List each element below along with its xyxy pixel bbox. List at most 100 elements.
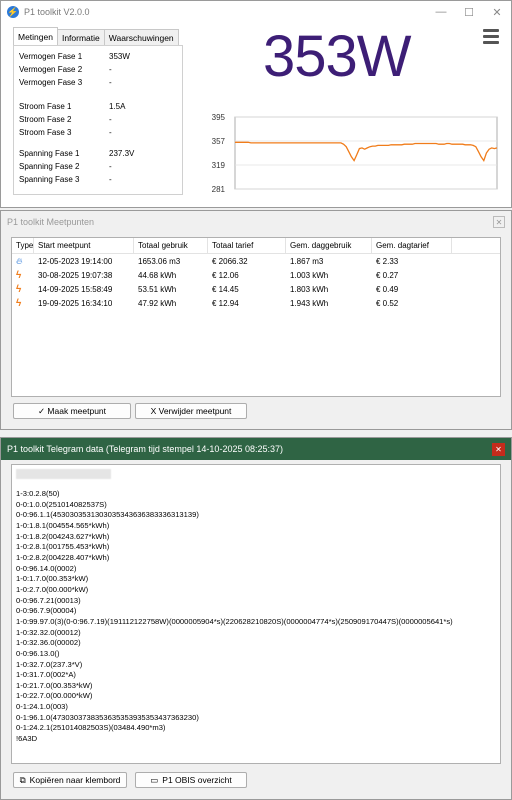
row-start: 30-08-2025 19:07:38 [38, 270, 113, 280]
plot-area [234, 116, 498, 190]
y-tick-label: 395 [212, 113, 226, 122]
table-row[interactable]: ϟ 30-08-2025 19:07:38 44.68 kWh € 12.06 … [12, 268, 500, 282]
reading-value: - [109, 128, 112, 137]
minimize-icon[interactable]: — [427, 1, 455, 23]
row-tariff: € 12.06 [212, 270, 239, 280]
table-row[interactable]: ϟ 14-09-2025 15:58:49 53.51 kWh € 14.45 … [12, 282, 500, 296]
telegram-window: P1 toolkit Telegram data (Telegram tijd … [0, 437, 512, 800]
telegram-line: 1-0:22.7.0(00.000*kW) [16, 691, 93, 701]
telegram-line: 1-0:31.7.0(002*A) [16, 670, 76, 680]
column-header[interactable]: Totaal tarief [208, 238, 286, 253]
telegram-line: 1-0:21.7.0(00.353*kW) [16, 680, 93, 690]
telegram-line: 1-0:99.97.0(3)(0-0:96.7.19)(191112122758… [16, 616, 453, 626]
telegram-line: !6A3D [16, 734, 38, 744]
measure-list[interactable]: Type Start meetpunt Totaal gebruik Totaa… [11, 237, 501, 397]
telegram-line: 1-0:2.8.2(004228.407*kWh) [16, 552, 110, 562]
copy-icon: ⧉ [19, 774, 26, 785]
remove-measurepoint-button[interactable]: X Verwijder meetpunt [135, 403, 247, 419]
measure-titlebar[interactable]: P1 toolkit Meetpunten ✕ [1, 211, 511, 233]
row-start: 12-05-2023 19:14:00 [38, 256, 113, 266]
copy-button-label: Kopiëren naar klembord [29, 775, 121, 785]
telegram-line: 0-0:96.7.21(00013) [16, 595, 81, 605]
telegram-line: 0-0:96.7.9(00004) [16, 606, 77, 616]
telegram-line: 1-3:0.2.8(50) [16, 489, 60, 498]
power-chart: 395 357 319 281 [212, 113, 498, 194]
telegram-line: 1-0:1.7.0(00.353*kW) [16, 574, 89, 584]
maximize-icon[interactable]: ☐ [455, 1, 483, 23]
telegram-line: 1-0:32.32.0(00012) [16, 627, 81, 637]
reading-label: Vermogen Fase 1 [19, 52, 83, 61]
row-daytariff: € 0.27 [376, 270, 399, 280]
main-titlebar[interactable]: ⚡ P1 toolkit V2.0.0 — ☐ ✕ [1, 1, 511, 23]
telegram-line: 1-0:2.8.1(001755.453*kWh) [16, 542, 110, 552]
column-header[interactable]: Gem. dagtarief [372, 238, 452, 253]
row-total: 53.51 kWh [138, 284, 177, 294]
telegram-line: 1-0:2.7.0(00.000*kW) [16, 584, 89, 594]
telegram-titlebar[interactable]: P1 toolkit Telegram data (Telegram tijd … [1, 438, 511, 460]
row-daily: 1.943 kWh [290, 298, 329, 308]
table-row[interactable]: ϟ 19-09-2025 16:34:10 47.92 kWh € 12.94 … [12, 296, 500, 310]
big-power-readout: 353W [263, 24, 412, 89]
telegram-line: 0-1:96.1.0(47303037383536353539353534373… [16, 712, 199, 722]
lightning-icon: ϟ [16, 297, 22, 309]
row-total: 44.68 kWh [138, 270, 177, 280]
tab-metingen[interactable]: Metingen [13, 27, 58, 45]
reading-label: Spanning Fase 1 [19, 149, 80, 158]
measure-window: P1 toolkit Meetpunten ✕ Type Start meetp… [0, 210, 512, 430]
y-tick-label: 319 [212, 161, 226, 170]
telegram-textbox[interactable]: 1-3:0.2.8(50) 0-0:1.0.0(251014082537S) 0-0… [11, 464, 501, 764]
reading-value: - [109, 65, 112, 74]
list-header: Type Start meetpunt Totaal gebruik Totaa… [12, 238, 500, 254]
reading-label: Vermogen Fase 3 [19, 78, 83, 87]
telegram-line: 1-0:32.7.0(237.3*V) [16, 659, 83, 669]
column-header[interactable]: Gem. daggebruik [286, 238, 372, 253]
row-tariff: € 2066.32 [212, 256, 248, 266]
hamburger-icon[interactable] [483, 29, 499, 47]
lightning-icon: ϟ [16, 283, 22, 295]
telegram-line: 0-1:24.2.1(251014082503S)(03484.490*m3) [16, 723, 166, 733]
row-tariff: € 14.45 [212, 284, 239, 294]
row-start: 14-09-2025 15:58:49 [38, 284, 113, 294]
row-total: 1653.06 m3 [138, 256, 181, 266]
reading-value: - [109, 78, 112, 87]
row-daytariff: € 0.49 [376, 284, 399, 294]
lightning-icon: ⚡ [7, 6, 19, 18]
telegram-line: 0-0:96.13.0() [16, 648, 60, 658]
reading-label: Stroom Fase 2 [19, 115, 72, 124]
telegram-line: 0-0:96.14.0(0002) [16, 563, 77, 573]
reading-value: 1.5A [109, 102, 126, 111]
copy-clipboard-button[interactable]: ⧉ Kopiëren naar klembord [13, 772, 127, 788]
reading-label: Stroom Fase 1 [19, 102, 72, 111]
reading-value: - [109, 162, 112, 171]
tab-bar: Metingen Informatie Waarschuwingen [13, 27, 179, 45]
row-daily: 1.803 kWh [290, 284, 329, 294]
tab-waarschuwingen[interactable]: Waarschuwingen [103, 29, 179, 45]
column-header[interactable]: Totaal gebruik [134, 238, 208, 253]
column-header[interactable]: Type [12, 238, 34, 253]
tab-informatie[interactable]: Informatie [56, 29, 105, 45]
column-header[interactable]: Start meetpunt [34, 238, 134, 253]
row-daytariff: € 0.52 [376, 298, 399, 308]
reading-value: 237.3V [109, 149, 135, 158]
close-icon[interactable]: ✕ [492, 442, 505, 456]
close-icon[interactable]: ✕ [483, 1, 511, 23]
row-daily: 1.003 kWh [290, 270, 329, 280]
document-icon: ▭ [150, 774, 159, 785]
row-start: 19-09-2025 16:34:10 [38, 298, 113, 308]
table-row[interactable]: 🔥︎ 12-05-2023 19:14:00 1653.06 m3 € 2066… [12, 254, 500, 268]
readings-panel: Vermogen Fase 1 353W Vermogen Fase 2 - V… [13, 45, 183, 195]
reading-label: Spanning Fase 2 [19, 162, 80, 171]
make-measurepoint-button[interactable]: ✓ Maak meetpunt [13, 403, 131, 419]
telegram-line: 0-1:24.1.0(003) [16, 702, 68, 712]
lightning-icon: ϟ [16, 269, 22, 281]
y-tick-label: 281 [212, 185, 226, 194]
telegram-line: 1-0:1.8.1(004554.565*kWh) [16, 520, 110, 530]
obis-overview-button[interactable]: ▭ P1 OBIS overzicht [135, 772, 247, 788]
row-total: 47.92 kWh [138, 298, 177, 308]
reading-value: - [109, 115, 112, 124]
window-title: P1 toolkit V2.0.0 [24, 7, 90, 17]
telegram-lines: 1-3:0.2.8(50) 0-0:1.0.0(251014082537S) 0-0… [16, 489, 496, 745]
close-icon[interactable]: ✕ [493, 216, 505, 228]
reading-label: Vermogen Fase 2 [19, 65, 83, 74]
redacted-header [16, 469, 111, 479]
